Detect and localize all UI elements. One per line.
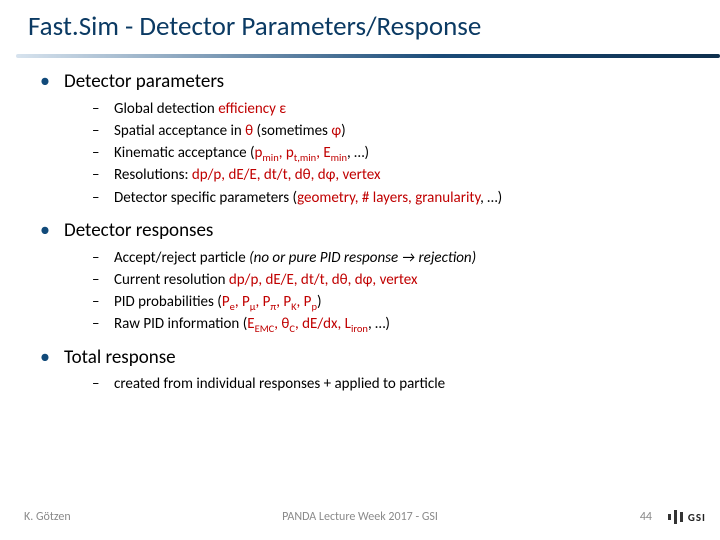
list-item: created from individual responses + appl…	[92, 374, 696, 394]
accent-html: pmin, pt,min, Emin	[255, 144, 347, 162]
accent-html: Pe, Pμ, Pπ, PK, Pp	[222, 293, 317, 311]
total-list: created from individual responses + appl…	[64, 374, 696, 394]
title-bar: Fast.Sim - Detector Parameters/Response	[0, 0, 720, 49]
footer-page: 44	[640, 510, 652, 524]
section-params: Detector parameters Global detection eff…	[40, 69, 696, 208]
footer-venue: PANDA Lecture Week 2017 - GSI	[282, 510, 438, 524]
section-responses: Detector responses Accept/reject particl…	[40, 218, 696, 335]
list-item: Resolutions: dp/p, dE/E, dt/t, dθ, dφ, v…	[92, 165, 696, 185]
list-item: Current resolution dp/p, dE/E, dt/t, dθ,…	[92, 270, 696, 290]
section-heading: Total response	[64, 346, 176, 369]
list-item: Raw PID information (EEMC, θC, dE/dx, Li…	[92, 314, 696, 334]
params-list: Global detection efficiency ε Spatial ac…	[64, 99, 696, 208]
accent-html: EEMC, θC, dE/dx, Liron	[247, 315, 368, 333]
title-underline	[16, 54, 720, 58]
list-item: Detector specific parameters (geometry, …	[92, 188, 696, 208]
section-heading: Detector parameters	[64, 70, 224, 93]
footer: K. Götzen PANDA Lecture Week 2017 - GSI …	[0, 506, 720, 528]
slide-content: Detector parameters Global detection eff…	[0, 49, 720, 394]
list-item: Accept/reject particle (no or pure PID r…	[92, 248, 696, 268]
section-heading: Detector responses	[64, 219, 213, 242]
list-item: Spatial acceptance in θ (sometimes φ)	[92, 121, 696, 141]
gsi-logo: GSI	[668, 510, 706, 524]
list-item: PID probabilities (Pe, Pμ, Pπ, PK, Pp)	[92, 292, 696, 312]
footer-author: K. Götzen	[24, 510, 71, 524]
list-item: Kinematic acceptance (pmin, pt,min, Emin…	[92, 143, 696, 163]
section-total: Total response created from individual r…	[40, 345, 696, 395]
slide-title: Fast.Sim - Detector Parameters/Response	[0, 10, 720, 43]
responses-list: Accept/reject particle (no or pure PID r…	[64, 248, 696, 335]
list-item: Global detection efficiency ε	[92, 99, 696, 119]
